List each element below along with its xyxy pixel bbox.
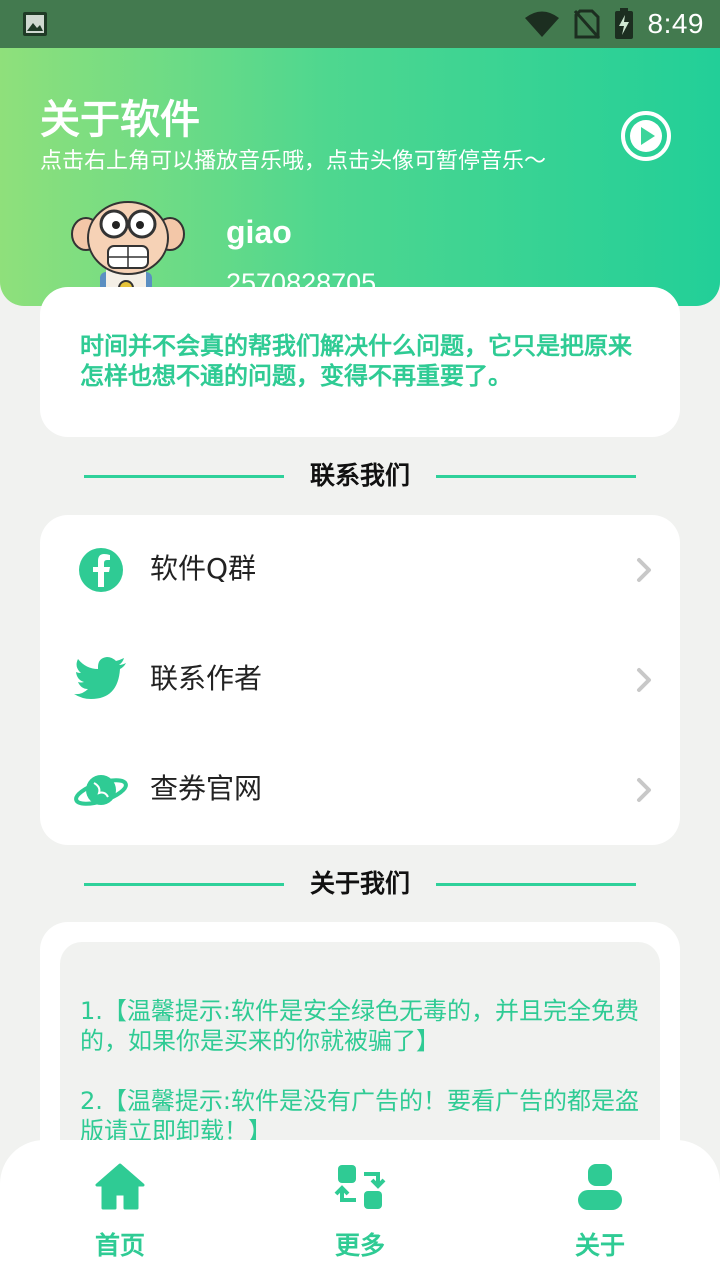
contact-item-author[interactable]: 联系作者 <box>40 625 680 735</box>
divider-right <box>436 883 636 886</box>
tip-text: 2.【温馨提示:软件是没有广告的！要看广告的都是盗版请立即卸载！】 <box>80 1087 639 1145</box>
username: giao <box>226 214 292 250</box>
about-section-heading: 关于我们 <box>84 864 636 904</box>
divider-right <box>436 475 636 478</box>
no-sim-icon <box>573 9 600 39</box>
tab-home[interactable]: 首页 <box>40 1140 200 1280</box>
planet-icon <box>74 775 128 806</box>
tab-label: 首页 <box>94 1231 145 1260</box>
user-icon <box>578 1164 622 1210</box>
status-bar: 8:49 <box>0 0 720 48</box>
header-subtitle: 点击右上角可以播放音乐哦，点击头像可暂停音乐～ <box>40 149 547 174</box>
image-notification-icon <box>23 12 47 36</box>
contact-card: 软件Q群 联系作者 查券官网 <box>40 515 680 845</box>
contact-section-heading: 联系我们 <box>84 456 636 496</box>
twitter-icon <box>74 657 126 699</box>
tab-label: 更多 <box>334 1231 385 1260</box>
profile-header: 关于软件 点击右上角可以播放音乐哦，点击头像可暂停音乐～ giao 257082… <box>0 48 720 308</box>
tab-about[interactable]: 关于 <box>520 1140 680 1280</box>
tab-label: 关于 <box>574 1231 625 1260</box>
page-title: 关于软件 <box>40 97 200 143</box>
quote-text: 时间并不会真的帮我们解决什么问题，它只是把原来怎样也想不通的问题，变得不再重要了… <box>80 332 632 390</box>
swap-icon <box>334 1165 386 1209</box>
contact-item-website[interactable]: 查券官网 <box>40 735 680 845</box>
tab-more[interactable]: 更多 <box>280 1140 440 1280</box>
clock: 8:49 <box>647 8 704 39</box>
contact-item-qq-group[interactable]: 软件Q群 <box>40 515 680 625</box>
contact-item-label: 查券官网 <box>150 772 263 805</box>
chevron-right-icon <box>637 558 651 582</box>
tip-text: 1.【温馨提示:软件是安全绿色无毒的，并且完全免费的，如果你是买来的你就被骗了】 <box>80 997 639 1055</box>
bottom-tab-bar: 首页 更多 关于 <box>0 1140 720 1280</box>
contact-item-label: 软件Q群 <box>150 552 257 585</box>
contact-item-label: 联系作者 <box>150 662 263 695</box>
chevron-right-icon <box>637 668 651 692</box>
home-icon <box>95 1163 145 1210</box>
battery-charging-icon <box>614 8 633 39</box>
chevron-right-icon <box>637 778 651 802</box>
quote-card: 时间并不会真的帮我们解决什么问题，它只是把原来怎样也想不通的问题，变得不再重要了… <box>40 287 680 437</box>
facebook-icon <box>79 548 123 592</box>
wifi-icon <box>524 11 559 37</box>
play-music-button[interactable] <box>620 110 672 162</box>
